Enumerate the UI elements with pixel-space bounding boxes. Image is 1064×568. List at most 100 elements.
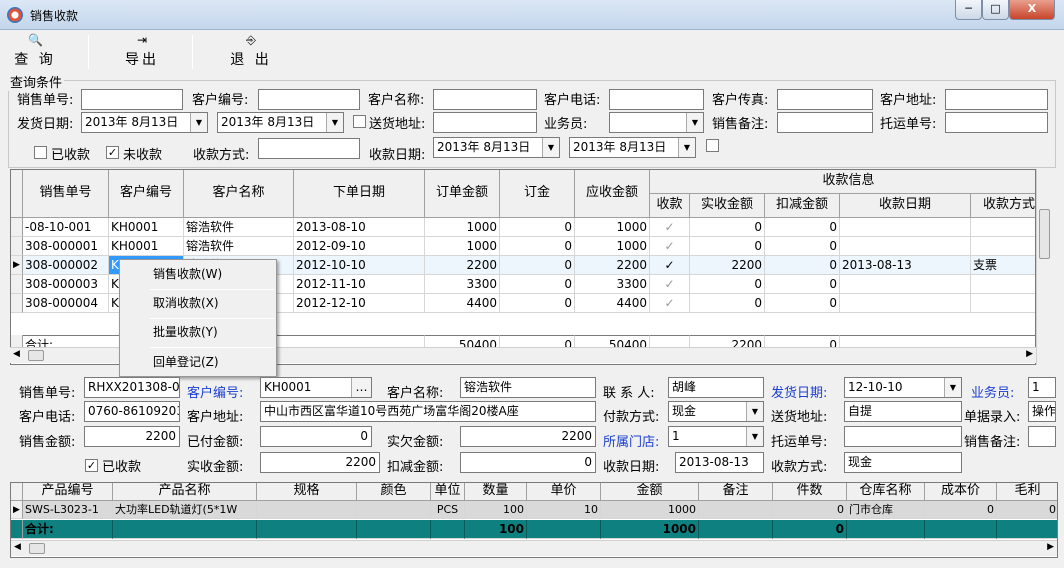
cell-actual[interactable]: 0 [690,237,765,256]
detail-contact-input[interactable]: 胡峰 [668,377,764,398]
scroll-right-icon[interactable]: ▶ [1026,349,1033,359]
cell-recv-date[interactable]: 2013-08-13 [840,256,971,275]
col-receivable[interactable]: 应收金额 [575,170,650,218]
cell-recv-method[interactable] [971,218,1035,237]
col-deduct[interactable]: 扣减金额 [765,194,840,218]
query-ship-date-from[interactable]: 2013年 8月13日 ▼ [81,112,208,133]
cell-order-date[interactable]: 2012-09-10 [294,237,425,256]
product-col-name[interactable]: 产品名称 [113,483,257,501]
cell-sales-no[interactable]: 308-000001 [23,237,109,256]
cell-received[interactable]: ✓ [650,275,690,294]
cell-order-date[interactable]: 2013-08-10 [294,218,425,237]
query-ship-addr-input[interactable] [433,112,537,133]
cell-order-date[interactable]: 2012-11-10 [294,275,425,294]
query-cust-fax-input[interactable] [777,89,873,110]
scroll-thumb[interactable] [1039,209,1050,259]
cell-order-amount[interactable]: 2200 [425,256,500,275]
product-col-code[interactable]: 产品编号 [23,483,113,501]
scroll-thumb[interactable] [28,350,44,361]
menu-cancel-receipt[interactable]: 取消收款(X) [120,289,276,318]
cell-order-amount[interactable]: 1000 [425,237,500,256]
cell-recv-date[interactable] [840,218,971,237]
cell-cust-name[interactable]: 镕浩软件 [184,218,294,237]
detail-cust-no-input[interactable]: KH0001… [260,377,372,398]
product-col-color[interactable]: 颜色 [357,483,431,501]
query-carrier-no-input[interactable] [945,112,1048,133]
scroll-thumb[interactable] [29,543,45,554]
ship-addr-checkbox[interactable] [353,115,366,128]
query-button[interactable]: 🔍 查 询 [12,33,58,71]
cell-deduct[interactable]: 0 [765,237,840,256]
detail-paid-input[interactable]: 0 [260,426,372,447]
product-col-amount[interactable]: 金额 [601,483,699,501]
product-cell-unit[interactable]: PCS [431,501,465,519]
product-cell-pieces[interactable]: 0 [773,501,847,519]
row-indicator[interactable] [11,218,23,237]
cell-received[interactable]: ✓ [650,218,690,237]
col-deposit[interactable]: 订金 [500,170,575,218]
cell-recv-date[interactable] [840,294,971,313]
query-sales-no-input[interactable] [81,89,183,110]
product-col-unit[interactable]: 单位 [431,483,465,501]
detail-sales-no-input[interactable]: RHXX201308-00 [84,377,180,398]
col-order-amount[interactable]: 订单金额 [425,170,500,218]
menu-batch-receipt[interactable]: 批量收款(Y) [120,318,276,347]
detail-deduct-input[interactable]: 0 [460,452,596,473]
cell-actual[interactable]: 2200 [690,256,765,275]
detail-entry-input[interactable]: 操作 [1028,401,1056,422]
cell-deposit[interactable]: 0 [500,294,575,313]
minimize-button[interactable]: ─ [955,0,982,20]
cell-sales-no[interactable]: 308-000002 [23,256,109,275]
detail-received-checkbox[interactable]: ✓ [85,459,98,472]
query-recv-date-from[interactable]: 2013年 8月13日 ▼ [433,137,560,158]
cell-recv-method[interactable]: 支票 [971,256,1035,275]
cell-sales-no[interactable]: 308-000003 [23,275,109,294]
close-button[interactable]: X [1009,0,1055,20]
cell-received[interactable]: ✓ [650,294,690,313]
product-col-note[interactable]: 备注 [699,483,773,501]
col-received[interactable]: 收款 [650,194,690,218]
scroll-left-icon[interactable]: ◀ [13,349,20,359]
cell-order-date[interactable]: 2012-12-10 [294,294,425,313]
detail-addr-input[interactable]: 中山市西区富华道10号西苑广场富华阁20楼A座 [260,401,596,422]
query-cust-addr-input[interactable] [945,89,1048,110]
scroll-left-icon[interactable]: ◀ [14,542,21,552]
query-salesman-select[interactable]: ▼ [609,112,704,133]
product-cell-profit[interactable]: 0 [997,501,1057,519]
maximize-button[interactable]: □ [982,0,1009,20]
cell-cust-no[interactable]: KH0001 [109,218,184,237]
detail-store-select[interactable]: 1 ▼ [668,426,764,447]
detail-note-input[interactable] [1028,426,1056,447]
cell-receivable[interactable]: 2200 [575,256,650,275]
col-cust-no[interactable]: 客户编号 [109,170,184,218]
col-recv-method[interactable]: 收款方式 [971,194,1035,218]
cell-deduct[interactable]: 0 [765,218,840,237]
cell-order-amount[interactable]: 4400 [425,294,500,313]
detail-salesman-input[interactable]: 1 [1028,377,1056,398]
cell-receivable[interactable]: 1000 [575,237,650,256]
cell-order-date[interactable]: 2012-10-10 [294,256,425,275]
product-cell-price[interactable]: 10 [527,501,601,519]
cell-recv-method[interactable] [971,237,1035,256]
row-indicator[interactable] [11,275,23,294]
query-cust-name-input[interactable] [433,89,537,110]
product-col-warehouse[interactable]: 仓库名称 [847,483,925,501]
product-cell-code[interactable]: SWS-L3023-1 [23,501,113,519]
query-sales-note-input[interactable] [777,112,873,133]
not-received-checkbox[interactable]: ✓ [106,146,119,159]
product-col-cost[interactable]: 成本价 [925,483,997,501]
cell-received[interactable]: ✓ [650,237,690,256]
cell-deposit[interactable]: 0 [500,237,575,256]
product-cell-name[interactable]: 大功率LED轨道灯(5*1W [113,501,257,519]
detail-ship-date-select[interactable]: 12-10-10 ▼ [844,377,962,398]
cell-receivable[interactable]: 4400 [575,294,650,313]
cell-receivable[interactable]: 1000 [575,218,650,237]
query-pay-method-input[interactable] [258,138,360,159]
cell-order-amount[interactable]: 1000 [425,218,500,237]
product-cell-note[interactable] [699,501,773,519]
cell-deduct[interactable]: 0 [765,275,840,294]
cell-received[interactable]: ✓ [650,256,690,275]
detail-recv-method-input[interactable]: 现金 [844,452,962,473]
product-cell-amount[interactable]: 1000 [601,501,699,519]
cell-actual[interactable]: 0 [690,218,765,237]
